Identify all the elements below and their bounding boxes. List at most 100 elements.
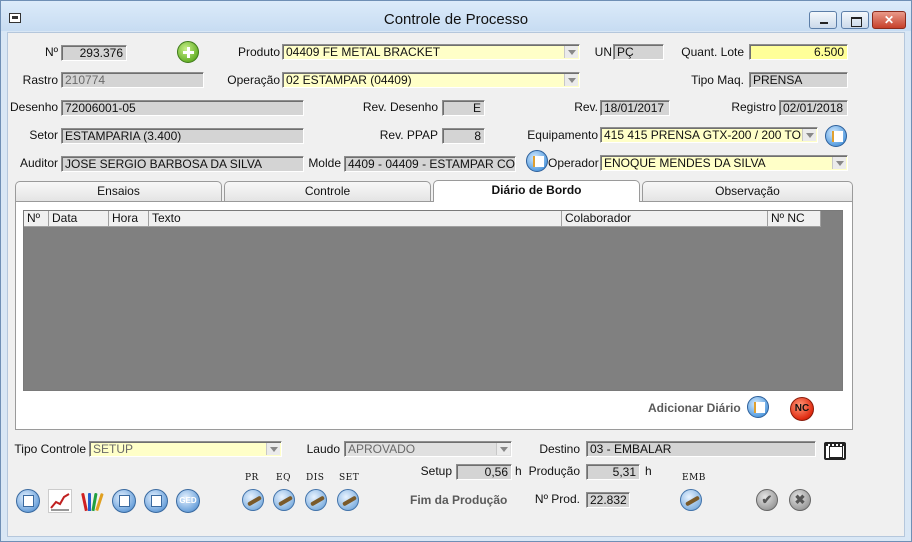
col-numero[interactable]: Nº — [24, 211, 49, 227]
print-icon[interactable] — [16, 489, 40, 513]
col-texto[interactable]: Texto — [149, 211, 562, 227]
chevron-down-icon[interactable] — [564, 74, 578, 86]
setor-label: Setor — [29, 128, 58, 142]
add-diary-label: Adicionar Diário — [648, 401, 741, 415]
emb-wrench-icon[interactable] — [680, 489, 702, 511]
numero-field[interactable]: 293.376 — [61, 45, 127, 61]
equipamento-value: 415 415 PRENSA GTX-200 / 200 TON — [604, 128, 810, 142]
emb-label: EMB — [682, 473, 706, 483]
tipo-maq-field[interactable]: PRENSA — [749, 72, 848, 88]
equipamento-label: Equipamento — [527, 128, 598, 142]
producao-unit: h — [645, 464, 652, 478]
minimize-button[interactable] — [809, 11, 837, 29]
film-icon[interactable] — [824, 442, 846, 460]
desenho-label: Desenho — [10, 100, 59, 114]
form-area: Nº 293.376 Produto 04409 FE METAL BRACKE… — [7, 32, 905, 537]
col-colaborador[interactable]: Colaborador — [562, 211, 768, 227]
laudo-select[interactable]: APROVADO — [344, 441, 512, 457]
tipo-controle-select[interactable]: SETUP — [89, 441, 282, 457]
chevron-down-icon[interactable] — [832, 157, 846, 169]
nprod-field[interactable]: 22.832 — [586, 492, 630, 508]
diario-grid[interactable]: Nº Data Hora Texto Colaborador Nº NC — [23, 210, 843, 391]
tipo-controle-label: Tipo Controle — [14, 442, 86, 456]
chart-icon[interactable] — [48, 489, 72, 513]
registro-label: Registro — [731, 100, 776, 114]
desenho-field[interactable]: 72006001-05 — [61, 100, 304, 116]
operacao-label: Operação — [227, 73, 280, 87]
pr-wrench-icon[interactable] — [242, 489, 264, 511]
tab-observacao[interactable]: Observação — [642, 181, 853, 201]
ged-button[interactable]: GED — [176, 489, 200, 513]
document-icon[interactable] — [112, 489, 136, 513]
confirm-check-icon[interactable]: ✔ — [756, 489, 778, 511]
diario-panel: Nº Data Hora Texto Colaborador Nº NC Adi… — [15, 201, 853, 430]
tab-strip: Ensaios Controle Diário de Bordo Observa… — [15, 180, 853, 203]
producao-label: Produção — [528, 464, 580, 478]
fim-producao-label: Fim da Produção — [410, 493, 508, 507]
producao-field[interactable]: 5,31 — [586, 464, 640, 480]
pencils-icon[interactable] — [80, 489, 104, 513]
set-label: SET — [339, 473, 360, 483]
rastro-label: Rastro — [22, 73, 58, 87]
chevron-down-icon[interactable] — [496, 443, 510, 455]
chevron-down-icon[interactable] — [266, 443, 280, 455]
auditor-label: Auditor — [19, 156, 58, 170]
quant-lote-label: Quant. Lote — [681, 45, 744, 59]
add-diary-icon[interactable] — [747, 396, 769, 418]
registro-field[interactable]: 02/01/2018 — [779, 100, 848, 116]
title-bar: Controle de Processo — [1, 1, 911, 31]
setup-unit: h — [515, 464, 522, 478]
dis-wrench-icon[interactable] — [305, 489, 327, 511]
eq-wrench-icon[interactable] — [273, 489, 295, 511]
grid-header: Nº Data Hora Texto Colaborador Nº NC — [24, 211, 821, 227]
operador-value: ENOQUE MENDES DA SILVA — [604, 156, 766, 170]
equipment-book-icon[interactable] — [825, 125, 847, 147]
molde-label: Molde — [308, 156, 341, 170]
rev-field[interactable]: 18/01/2017 — [600, 100, 670, 116]
equipamento-select[interactable]: 415 415 PRENSA GTX-200 / 200 TON — [600, 127, 818, 143]
numero-label: Nº — [44, 45, 58, 59]
operador-select[interactable]: ENOQUE MENDES DA SILVA — [600, 155, 848, 171]
operacao-value: 02 ESTAMPAR (04409) — [286, 73, 412, 87]
nprod-label: Nº Prod. — [534, 492, 580, 506]
tab-controle[interactable]: Controle — [224, 181, 431, 201]
produto-value: 04409 FE METAL BRACKET — [286, 45, 441, 59]
rev-desenho-label: Rev. Desenho — [362, 100, 438, 114]
col-data[interactable]: Data — [49, 211, 109, 227]
un-label: UN — [594, 45, 612, 59]
close-button[interactable] — [872, 11, 906, 29]
produto-select[interactable]: 04409 FE METAL BRACKET — [282, 44, 580, 60]
edit-document-icon[interactable] — [144, 489, 168, 513]
auditor-field[interactable]: JOSE SERGIO BARBOSA DA SILVA — [61, 156, 304, 172]
tab-diario-de-bordo[interactable]: Diário de Bordo — [433, 180, 640, 202]
destino-field[interactable]: 03 - EMBALAR — [586, 441, 816, 457]
un-field[interactable]: PÇ — [613, 44, 664, 60]
rev-ppap-field[interactable]: 8 — [442, 128, 485, 144]
chevron-down-icon[interactable] — [564, 46, 578, 58]
quant-lote-field[interactable]: 6.500 — [749, 44, 848, 60]
rev-desenho-field[interactable]: E — [442, 100, 485, 116]
rastro-field[interactable]: 210774 — [61, 72, 204, 88]
tipo-controle-value: SETUP — [93, 442, 134, 456]
dis-label: DIS — [306, 473, 325, 483]
destino-label: Destino — [539, 442, 580, 456]
tipo-maq-label: Tipo Maq. — [691, 73, 744, 87]
add-plus-icon[interactable] — [177, 41, 199, 63]
molde-field[interactable]: 4409 - 04409 - ESTAMPAR COMPL — [344, 156, 516, 172]
tab-ensaios[interactable]: Ensaios — [15, 181, 222, 201]
col-hora[interactable]: Hora — [109, 211, 149, 227]
setor-field[interactable]: ESTAMPARIA (3.400) — [61, 128, 304, 144]
produto-label: Produto — [237, 45, 280, 59]
cancel-x-icon[interactable]: ✖ — [789, 489, 811, 511]
nc-button[interactable]: NC — [790, 397, 814, 421]
rev-ppap-label: Rev. PPAP — [379, 128, 438, 142]
chevron-down-icon[interactable] — [802, 129, 816, 141]
operacao-select[interactable]: 02 ESTAMPAR (04409) — [282, 72, 580, 88]
mold-book-icon[interactable] — [526, 150, 548, 172]
setup-field[interactable]: 0,56 — [456, 464, 512, 480]
pr-label: PR — [245, 473, 259, 483]
set-wrench-icon[interactable] — [337, 489, 359, 511]
rev-label: Rev. — [574, 100, 598, 114]
col-numero-nc[interactable]: Nº NC — [768, 211, 821, 227]
maximize-button[interactable] — [841, 11, 869, 29]
